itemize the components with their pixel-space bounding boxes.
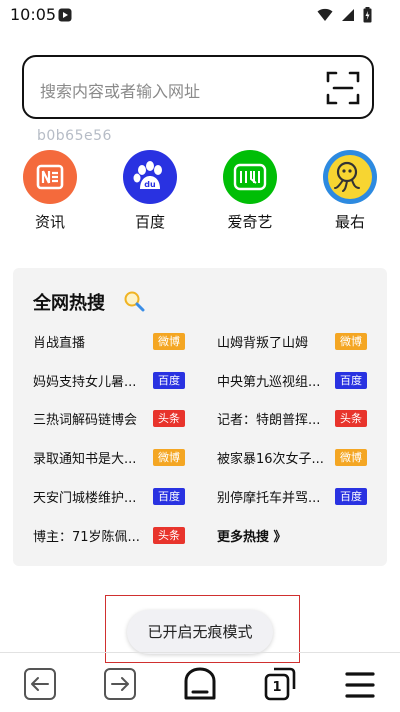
back-button[interactable] — [22, 666, 58, 702]
menu-icon — [345, 672, 375, 698]
forward-arrow-icon — [104, 668, 136, 700]
status-bar: 10:05 — [0, 0, 400, 30]
hot-search-text: 录取通知书是大... — [33, 452, 137, 467]
more-hot-search-label: 更多热搜 》 — [217, 530, 287, 545]
quick-link-label: 爱奇艺 — [227, 213, 273, 231]
hot-search-text: 被家暴16次女子... — [217, 452, 324, 467]
hot-search-text: 别停摩托车并骂... — [217, 491, 321, 506]
hot-search-item[interactable]: 妈妈支持女儿暑... 百度 — [33, 371, 201, 391]
hot-search-item[interactable]: 肖战直播 微博 — [33, 332, 201, 352]
source-badge: 百度 — [335, 372, 367, 389]
quick-link-baidu[interactable]: du 百度 — [110, 150, 190, 232]
source-badge: 微博 — [153, 333, 185, 350]
iqiyi-icon — [223, 150, 277, 204]
hot-search-item[interactable]: 录取通知书是大... 微博 — [33, 448, 201, 468]
source-badge: 百度 — [153, 372, 185, 389]
baidu-paw-icon: du — [123, 150, 177, 204]
quick-link-label: 最右 — [334, 213, 365, 231]
forward-button[interactable] — [102, 666, 138, 702]
hot-search-text: 天安门城楼维护... — [33, 491, 137, 506]
source-badge: 微博 — [335, 449, 367, 466]
svg-text:du: du — [144, 180, 156, 189]
source-badge: 微博 — [153, 449, 185, 466]
hot-search-text: 记者：特朗普挥... — [217, 413, 321, 428]
hot-search-title: 全网热搜 — [33, 293, 105, 314]
hot-search-text: 肖战直播 — [33, 336, 86, 351]
source-badge: 百度 — [153, 488, 185, 505]
hot-search-text: 博主：71岁陈佩... — [33, 530, 140, 545]
hot-search-item[interactable]: 三热词解码链博会 头条 — [33, 409, 201, 429]
news-icon — [23, 150, 77, 204]
back-arrow-icon — [24, 668, 56, 700]
source-badge: 头条 — [153, 410, 185, 427]
hot-search-item[interactable]: 山姆背叛了山姆 微博 — [217, 332, 385, 352]
wifi-icon — [317, 8, 333, 21]
tabs-button[interactable]: 1 — [262, 666, 298, 702]
battery-charging-icon — [363, 7, 372, 23]
search-input[interactable]: 搜索内容或者输入网址 — [40, 78, 200, 102]
magnifier-icon — [124, 291, 145, 312]
quick-link-label: 资讯 — [34, 213, 65, 231]
hot-search-item[interactable]: 记者：特朗普挥... 头条 — [217, 409, 385, 429]
status-time: 10:05 — [10, 5, 57, 24]
hot-search-item[interactable]: 被家暴16次女子... 微博 — [217, 448, 385, 468]
scan-icon[interactable] — [326, 71, 360, 105]
quick-links: 资讯 du 百度 爱奇艺 最右 — [0, 150, 400, 232]
source-badge: 头条 — [153, 527, 185, 544]
home-icon — [184, 667, 216, 700]
hot-search-text: 妈妈支持女儿暑... — [33, 375, 137, 390]
hot-search-text: 中央第九巡视组... — [217, 375, 321, 390]
zuiyou-icon — [323, 150, 377, 204]
hot-search-item[interactable]: 博主：71岁陈佩... 头条 — [33, 526, 201, 546]
bottom-nav: 1 — [0, 652, 400, 712]
incognito-toast: 已开启无痕模式 — [127, 610, 273, 654]
hot-search-item[interactable]: 中央第九巡视组... 百度 — [217, 371, 385, 391]
home-button[interactable] — [182, 666, 218, 702]
app-notification-icon — [58, 8, 72, 22]
hot-search-text: 山姆背叛了山姆 — [217, 336, 309, 351]
hot-search-card: 全网热搜 肖战直播 微博 山姆背叛了山姆 微博 妈妈支持女儿暑... 百度 中央… — [13, 268, 387, 566]
quick-link-iqiyi[interactable]: 爱奇艺 — [210, 150, 290, 232]
source-badge: 百度 — [335, 488, 367, 505]
quick-link-zuiyou[interactable]: 最右 — [310, 150, 390, 232]
build-id: b0b65e56 — [37, 128, 112, 144]
source-badge: 头条 — [335, 410, 367, 427]
menu-button[interactable] — [342, 666, 378, 702]
quick-link-news[interactable]: 资讯 — [10, 150, 90, 232]
quick-link-label: 百度 — [134, 213, 165, 231]
more-hot-search-link[interactable]: 更多热搜 》 — [217, 526, 385, 546]
search-bar[interactable]: 搜索内容或者输入网址 — [22, 55, 374, 119]
tab-count: 1 — [272, 680, 282, 695]
hot-search-item[interactable]: 天安门城楼维护... 百度 — [33, 487, 201, 507]
hot-search-item[interactable]: 别停摩托车并骂... 百度 — [217, 487, 385, 507]
source-badge: 微博 — [335, 333, 367, 350]
hot-search-text: 三热词解码链博会 — [33, 413, 138, 428]
cellular-signal-icon — [342, 9, 354, 21]
